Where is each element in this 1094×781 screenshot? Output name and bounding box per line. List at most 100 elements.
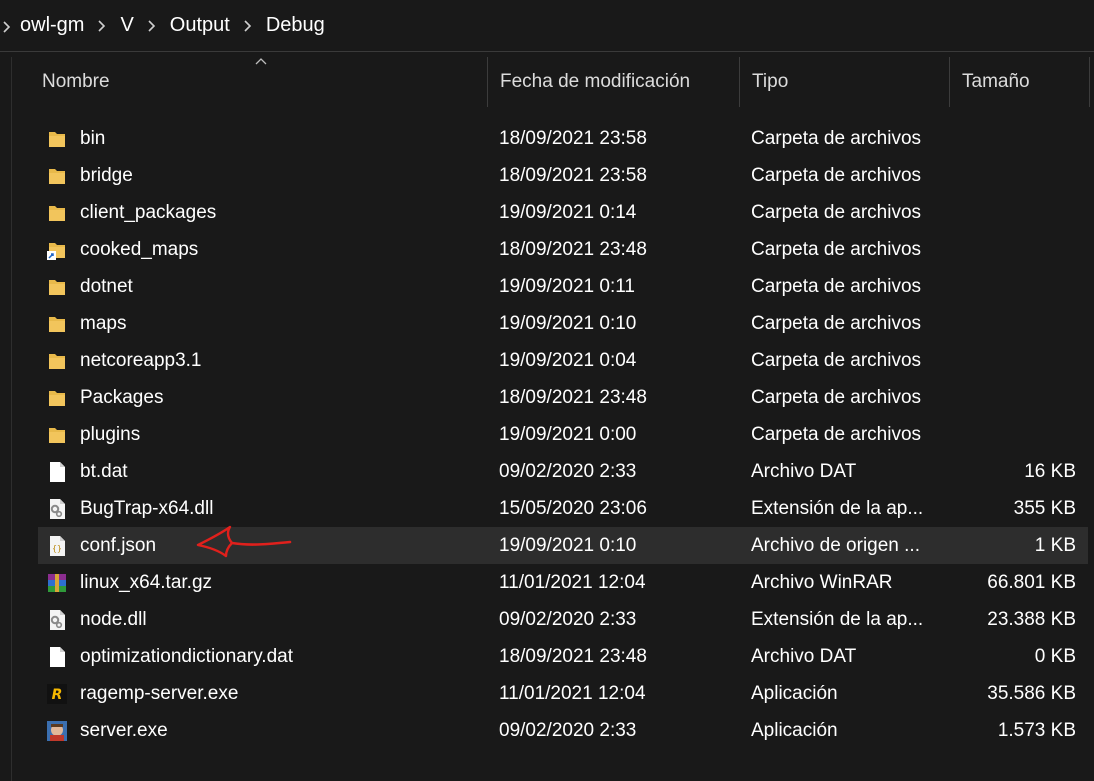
file-date-modified: 11/01/2021 12:04 [499,682,646,704]
column-header-date-label: Fecha de modificación [500,71,691,92]
file-type: Carpeta de archivos [751,201,922,223]
file-type: Aplicación [751,719,838,741]
dll-gear-icon [47,609,67,631]
folder-icon [47,387,67,409]
file-name: dotnet [80,275,133,297]
file-row[interactable]: netcoreapp3.1 19/09/2021 0:04 Carpeta de a… [38,342,1088,379]
file-row[interactable]: bin 18/09/2021 23:58 Carpeta de archivos [38,120,1088,157]
file-date-modified: 19/09/2021 0:14 [499,201,637,223]
column-header-name[interactable]: Nombre [12,57,488,107]
file-date-modified: 09/02/2020 2:33 [499,460,637,482]
file-list: bin 18/09/2021 23:58 Carpeta de archivos br… [38,120,1088,749]
folder-icon [47,128,67,150]
file-name: node.dll [80,608,147,630]
file-row[interactable]: plugins 19/09/2021 0:00 Carpeta de archivo… [38,416,1088,453]
file-type: Archivo de origen ... [751,534,920,556]
chevron-right-icon[interactable] [147,19,157,32]
column-header-type-label: Tipo [752,71,789,92]
file-type: Archivo DAT [751,460,857,482]
file-name: optimizationdictionary.dat [80,645,293,667]
file-name: Packages [80,386,164,408]
file-size: 16 KB [1024,460,1076,482]
file-date-modified: 18/09/2021 23:58 [499,164,647,186]
file-list-panel: Nombre Fecha de modificación Tipo Tamaño… [11,57,1094,781]
dll-gear-icon [47,498,67,520]
file-name: linux_x64.tar.gz [80,571,213,593]
file-date-modified: 11/01/2021 12:04 [499,571,646,593]
file-type: Carpeta de archivos [751,349,922,371]
file-row[interactable]: client_packages 19/09/2021 0:14 Carpeta de… [38,194,1088,231]
file-row[interactable]: bt.dat 09/02/2020 2:33 Archivo DAT 16 KB [38,453,1088,490]
file-name: maps [80,312,127,334]
file-size: 35.586 KB [987,682,1076,704]
file-type: Carpeta de archivos [751,423,922,445]
file-type: Carpeta de archivos [751,312,922,334]
chevron-right-icon [2,20,12,33]
file-name: bridge [80,164,133,186]
file-row[interactable]: linux_x64.tar.gz 11/01/2021 12:04 Archivo … [38,564,1088,601]
file-type: Carpeta de archivos [751,127,922,149]
file-size: 1 KB [1034,534,1076,556]
address-bar[interactable]: owl-gm V Output Debug [0,0,1094,52]
file-row[interactable]: optimizationdictionary.dat 18/09/2021 23:… [38,638,1088,675]
file-name: bin [80,127,106,149]
file-type: Archivo DAT [751,645,857,667]
folder-icon [47,313,67,335]
file-row[interactable]: dotnet 19/09/2021 0:11 Carpeta de archivos [38,268,1088,305]
file-type: Carpeta de archivos [751,386,922,408]
file-size: 355 KB [1013,497,1076,519]
file-icon [47,461,67,483]
file-name: BugTrap-x64.dll [80,497,214,519]
folder-icon [47,165,67,187]
file-name: server.exe [80,719,168,741]
file-date-modified: 18/09/2021 23:48 [499,645,647,667]
breadcrumb-item-debug[interactable]: Debug [266,14,325,37]
file-date-modified: 09/02/2020 2:33 [499,719,637,741]
file-name: plugins [80,423,141,445]
file-date-modified: 15/05/2020 23:06 [499,497,647,519]
file-date-modified: 19/09/2021 0:04 [499,349,637,371]
file-name: conf.json [80,534,157,556]
file-row[interactable]: bridge 18/09/2021 23:58 Carpeta de archivo… [38,157,1088,194]
file-date-modified: 18/09/2021 23:48 [499,238,647,260]
folder-icon [47,202,67,224]
chevron-right-icon[interactable] [243,19,253,32]
file-row[interactable]: node.dll 09/02/2020 2:33 Extensión de la a… [38,601,1088,638]
file-row[interactable]: BugTrap-x64.dll 15/05/2020 23:06 Extensión… [38,490,1088,527]
file-explorer-window: owl-gm V Output Debug Nombre Fecha de mo… [0,0,1094,781]
breadcrumb-item-output[interactable]: Output [170,14,230,37]
column-header-date[interactable]: Fecha de modificación [488,57,740,107]
breadcrumb-item-owl-gm[interactable]: owl-gm [20,14,84,37]
column-header-row: Nombre Fecha de modificación Tipo Tamaño [12,57,1094,107]
file-row[interactable]: maps 19/09/2021 0:10 Carpeta de archivos [38,305,1088,342]
column-header-type[interactable]: Tipo [740,57,950,107]
column-header-size[interactable]: Tamaño [950,57,1090,107]
file-row[interactable]: cooked_maps 18/09/2021 23:48 Carpeta de ar… [38,231,1088,268]
file-type: Aplicación [751,682,838,704]
file-name: bt.dat [80,460,128,482]
file-name: ragemp-server.exe [80,682,239,704]
ragemp-icon: R [47,683,67,705]
breadcrumb-item-v[interactable]: V [120,14,133,37]
file-size: 66.801 KB [987,571,1076,593]
chevron-right-icon[interactable] [97,19,107,32]
file-size: 23.388 KB [987,608,1076,630]
file-date-modified: 18/09/2021 23:48 [499,386,647,408]
file-type: Carpeta de archivos [751,238,922,260]
file-type: Carpeta de archivos [751,275,922,297]
file-date-modified: 19/09/2021 0:10 [499,534,637,556]
file-row[interactable]: server.exe 09/02/2020 2:33 Aplicación 1.573… [38,712,1088,749]
file-date-modified: 19/09/2021 0:10 [499,312,637,334]
file-type: Extensión de la ap... [751,608,924,630]
file-date-modified: 19/09/2021 0:11 [499,275,635,297]
file-date-modified: 09/02/2020 2:33 [499,608,637,630]
folder-icon [47,350,67,372]
file-size: 1.573 KB [997,719,1076,741]
file-row[interactable]: Rragemp-server.exe 11/01/2021 12:04 Aplica… [38,675,1088,712]
file-row[interactable]: Packages 18/09/2021 23:48 Carpeta de archi… [38,379,1088,416]
folder-icon [47,276,67,298]
winrar-icon [47,572,67,594]
folder-icon [47,424,67,446]
column-header-size-label: Tamaño [962,71,1030,92]
file-size: 0 KB [1034,645,1076,667]
